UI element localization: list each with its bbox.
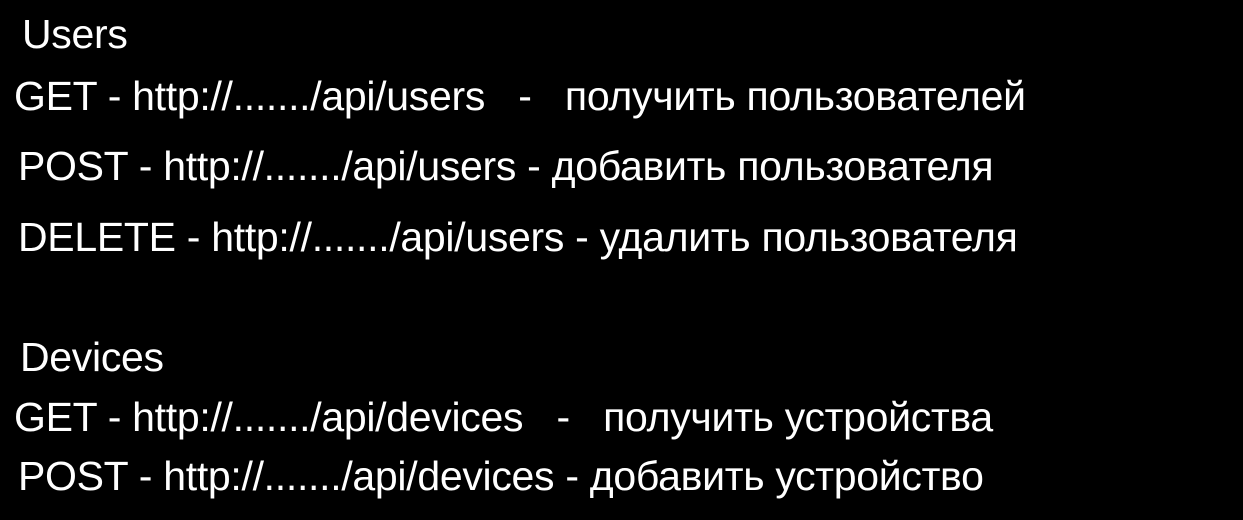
devices-post-endpoint: POST - http://......./api/devices - доба… — [18, 453, 984, 499]
users-post-endpoint: POST - http://......./api/users - добави… — [18, 143, 994, 189]
devices-heading: Devices — [20, 334, 164, 380]
users-get-endpoint: GET - http://......./api/users - получит… — [14, 73, 1026, 119]
users-heading: Users — [22, 11, 128, 57]
devices-get-endpoint: GET - http://......./api/devices - получ… — [14, 394, 993, 440]
users-delete-endpoint: DELETE - http://......./api/users - удал… — [18, 214, 1018, 260]
